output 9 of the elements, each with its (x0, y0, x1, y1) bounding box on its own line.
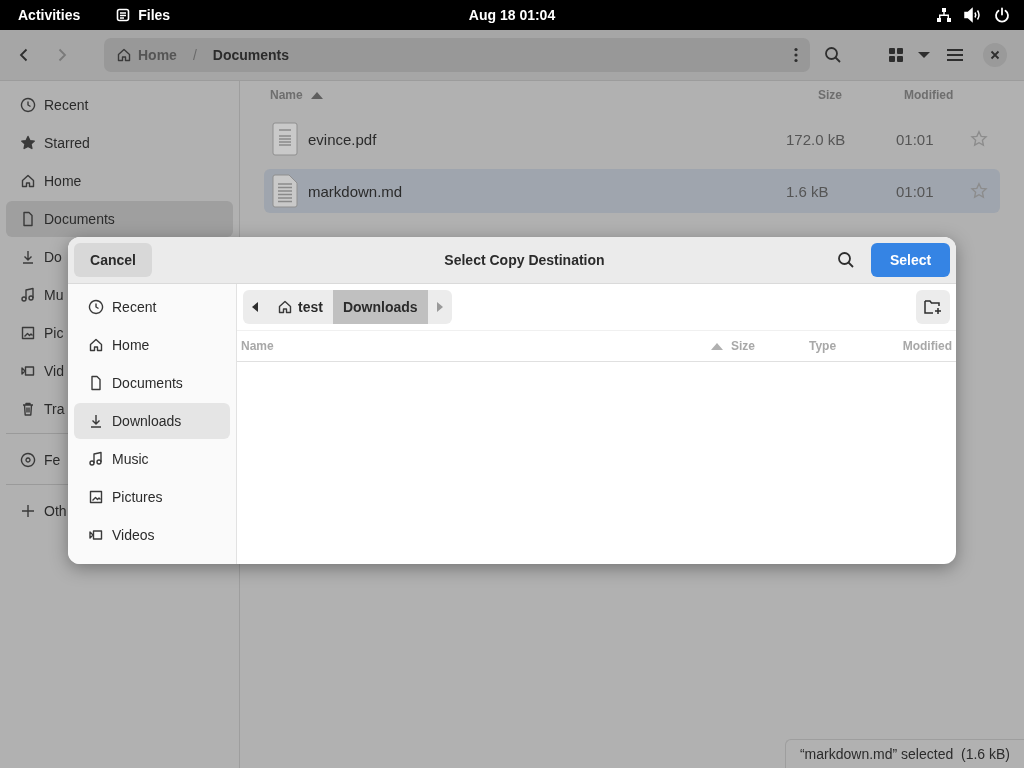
file-name: markdown.md (308, 182, 404, 200)
dialog-title: Select Copy Destination (443, 252, 606, 268)
status-bar: “markdown.md” selected (1.6 kB) (784, 739, 1024, 768)
file-modified: 01:01 (896, 182, 935, 200)
file-size: 1.6 kB (786, 182, 830, 200)
path-separator: / (192, 47, 197, 63)
file-size: 172.0 kB (786, 130, 847, 148)
file-modified: 01:01 (896, 130, 935, 148)
file-name: evince.pdf (308, 130, 378, 148)
